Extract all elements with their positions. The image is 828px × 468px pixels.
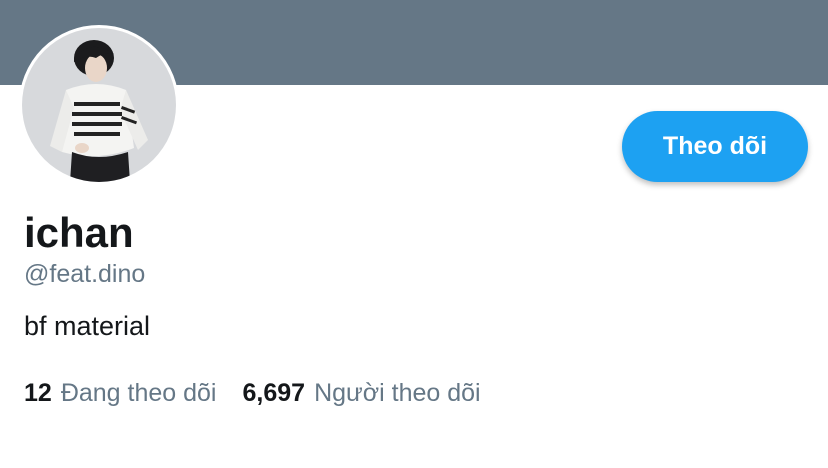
display-name: ichan — [24, 209, 134, 256]
following-stat[interactable]: 12 Đang theo dõi — [24, 377, 217, 409]
followers-stat[interactable]: 6,697 Người theo dõi — [243, 377, 481, 409]
following-count: 12 — [24, 379, 52, 407]
avatar-photo — [22, 28, 176, 182]
avatar[interactable] — [19, 25, 179, 185]
followers-count: 6,697 — [242, 379, 306, 407]
profile-bio: bf material — [24, 311, 151, 341]
username-handle: @feat.dino — [24, 260, 146, 288]
profile-stats: 12 Đang theo dõi 6,697 Người theo dõi — [24, 377, 481, 409]
followers-label: Người theo dõi — [314, 379, 481, 407]
following-label: Đang theo dõi — [60, 379, 217, 407]
follow-button[interactable]: Theo dõi — [622, 111, 808, 182]
